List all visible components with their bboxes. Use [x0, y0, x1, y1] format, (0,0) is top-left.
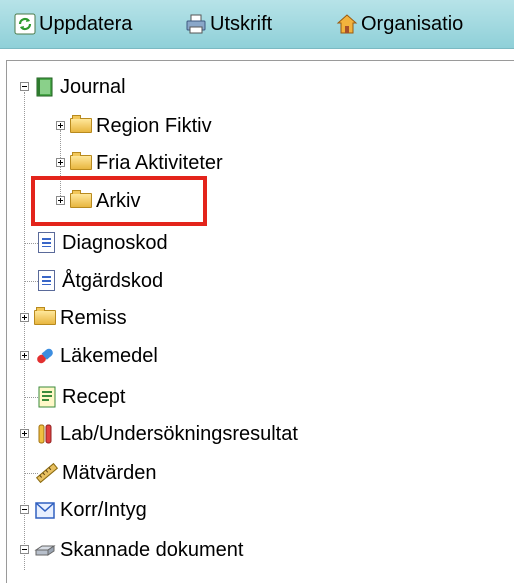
- organisation-label: Organisatio: [361, 12, 464, 35]
- tree-label: Recept: [62, 385, 126, 408]
- tree-item-region-fiktiv[interactable]: Region Fiktiv: [70, 112, 212, 140]
- expand-toggle[interactable]: [56, 121, 65, 130]
- tree-label: Åtgärdskod: [62, 269, 164, 292]
- tree-label: Journal: [60, 75, 126, 98]
- organisation-button[interactable]: Organisatio: [336, 8, 463, 40]
- collapse-toggle[interactable]: [20, 545, 29, 554]
- tree-label: Region Fiktiv: [96, 114, 212, 137]
- tree-item-remiss[interactable]: Remiss: [34, 304, 127, 332]
- collapse-toggle[interactable]: [20, 505, 29, 514]
- print-button[interactable]: Utskrift: [185, 8, 272, 40]
- tree-item-fria-aktiviteter[interactable]: Fria Aktiviteter: [70, 149, 223, 177]
- highlight-box: [31, 176, 207, 226]
- folder-icon: [70, 152, 92, 174]
- refresh-button[interactable]: Uppdatera: [14, 8, 132, 40]
- tree-label: Läkemedel: [60, 344, 158, 367]
- collapse-toggle[interactable]: [20, 82, 29, 91]
- tree-label: Remiss: [60, 306, 127, 329]
- tree-line: [24, 92, 25, 570]
- refresh-label: Uppdatera: [39, 12, 133, 35]
- tree-label: Lab/Undersökningsresultat: [60, 422, 298, 445]
- ruler-icon: [35, 462, 59, 484]
- tree-label: Mätvärden: [62, 461, 157, 484]
- tree-item-journal[interactable]: Journal: [34, 73, 126, 101]
- folder-icon: [70, 115, 92, 137]
- tree-label: Diagnoskod: [62, 231, 168, 254]
- tree-item-lakemedel[interactable]: Läkemedel: [34, 342, 158, 370]
- refresh-icon: [14, 13, 36, 35]
- tree-item-korr-intyg[interactable]: Korr/Intyg: [34, 496, 147, 524]
- tree-item-matvarden[interactable]: Mätvärden: [35, 459, 157, 487]
- tree-label: Korr/Intyg: [60, 498, 147, 521]
- expand-toggle[interactable]: [20, 313, 29, 322]
- printer-icon: [185, 13, 207, 35]
- tree-item-atgardskod[interactable]: Åtgärdskod: [36, 267, 163, 295]
- expand-toggle[interactable]: [20, 351, 29, 360]
- journal-book-icon: [34, 76, 56, 98]
- tree-item-recept[interactable]: Recept: [36, 383, 125, 411]
- scanner-icon: [34, 539, 56, 561]
- pill-icon: [34, 345, 56, 367]
- toolbar: Uppdatera Utskrift Organisatio: [0, 0, 514, 49]
- document-icon: [36, 232, 58, 254]
- prescription-icon: [36, 386, 58, 408]
- expand-toggle[interactable]: [20, 429, 29, 438]
- folder-icon: [34, 307, 56, 329]
- tree-label: Fria Aktiviteter: [96, 151, 223, 174]
- test-tubes-icon: [34, 423, 56, 445]
- house-icon: [336, 13, 358, 35]
- tree-item-diagnoskod[interactable]: Diagnoskod: [36, 229, 168, 257]
- tree-label: Skannade dokument: [60, 538, 244, 561]
- tree-item-lab[interactable]: Lab/Undersökningsresultat: [34, 420, 298, 448]
- envelope-icon: [34, 499, 56, 521]
- print-label: Utskrift: [210, 12, 273, 35]
- document-icon: [36, 270, 58, 292]
- expand-toggle[interactable]: [56, 158, 65, 167]
- tree-item-skannade-dokument[interactable]: Skannade dokument: [34, 536, 243, 564]
